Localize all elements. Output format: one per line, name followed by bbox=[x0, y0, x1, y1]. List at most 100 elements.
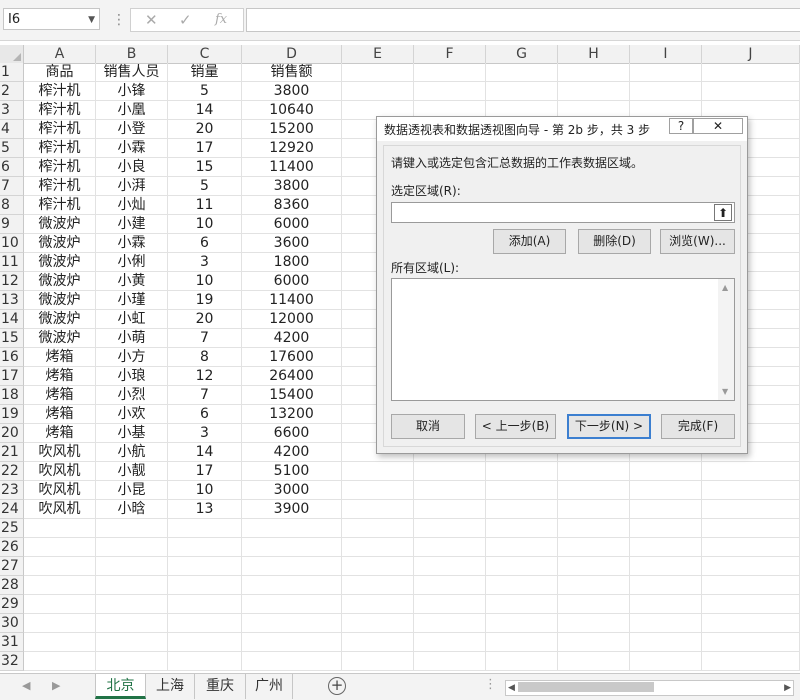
delete-button[interactable]: 删除(D) bbox=[578, 229, 651, 254]
cell-d11[interactable]: 1800 bbox=[242, 253, 342, 272]
function-icon[interactable]: fx bbox=[215, 12, 227, 27]
row-header[interactable]: 7 bbox=[0, 177, 24, 196]
cell-a3[interactable]: 榨汁机 bbox=[24, 101, 96, 120]
cell-c5[interactable]: 17 bbox=[168, 139, 242, 158]
cell-g29[interactable] bbox=[486, 595, 558, 614]
cell-f22[interactable] bbox=[414, 462, 486, 481]
cell-d31[interactable] bbox=[242, 633, 342, 652]
row-header[interactable]: 25 bbox=[0, 519, 24, 538]
row-header[interactable]: 28 bbox=[0, 576, 24, 595]
cell-c24[interactable]: 13 bbox=[168, 500, 242, 519]
cell-b6[interactable]: 小良 bbox=[96, 158, 168, 177]
cell-a28[interactable] bbox=[24, 576, 96, 595]
cell-h31[interactable] bbox=[558, 633, 630, 652]
cell-c10[interactable]: 6 bbox=[168, 234, 242, 253]
cell-d19[interactable]: 13200 bbox=[242, 405, 342, 424]
cell-c30[interactable] bbox=[168, 614, 242, 633]
cell-f31[interactable] bbox=[414, 633, 486, 652]
cell-b18[interactable]: 小烈 bbox=[96, 386, 168, 405]
cell-h29[interactable] bbox=[558, 595, 630, 614]
row-header[interactable]: 9 bbox=[0, 215, 24, 234]
close-icon[interactable]: ✕ bbox=[693, 118, 743, 134]
cell-e27[interactable] bbox=[342, 557, 414, 576]
cell-b13[interactable]: 小瑾 bbox=[96, 291, 168, 310]
cell-b24[interactable]: 小晗 bbox=[96, 500, 168, 519]
help-button[interactable]: ? bbox=[669, 118, 693, 134]
column-header-j[interactable]: J bbox=[702, 45, 800, 63]
row-header[interactable]: 18 bbox=[0, 386, 24, 405]
cell-d15[interactable]: 4200 bbox=[242, 329, 342, 348]
row-header[interactable]: 11 bbox=[0, 253, 24, 272]
cell-a6[interactable]: 榨汁机 bbox=[24, 158, 96, 177]
check-icon[interactable]: ✓ bbox=[179, 11, 192, 29]
cell-b23[interactable]: 小昆 bbox=[96, 481, 168, 500]
cell-h22[interactable] bbox=[558, 462, 630, 481]
cell-b28[interactable] bbox=[96, 576, 168, 595]
row-header[interactable]: 26 bbox=[0, 538, 24, 557]
cell-d13[interactable]: 11400 bbox=[242, 291, 342, 310]
sheet-tab[interactable]: 上海 bbox=[146, 674, 195, 699]
cell-g24[interactable] bbox=[486, 500, 558, 519]
cell-d9[interactable]: 6000 bbox=[242, 215, 342, 234]
cell-e30[interactable] bbox=[342, 614, 414, 633]
select-all-button[interactable] bbox=[0, 45, 24, 63]
cell-c27[interactable] bbox=[168, 557, 242, 576]
sheet-tab[interactable]: 北京 bbox=[95, 674, 146, 699]
cell-i24[interactable] bbox=[630, 500, 702, 519]
cell-f29[interactable] bbox=[414, 595, 486, 614]
add-sheet-button[interactable]: + bbox=[328, 677, 346, 695]
cell-c28[interactable] bbox=[168, 576, 242, 595]
cell-j2[interactable] bbox=[702, 82, 800, 101]
cell-b20[interactable]: 小基 bbox=[96, 424, 168, 443]
cell-h26[interactable] bbox=[558, 538, 630, 557]
column-header-a[interactable]: A bbox=[24, 45, 96, 63]
cell-i23[interactable] bbox=[630, 481, 702, 500]
cell-b9[interactable]: 小建 bbox=[96, 215, 168, 234]
cell-f32[interactable] bbox=[414, 652, 486, 671]
cell-i27[interactable] bbox=[630, 557, 702, 576]
cell-e26[interactable] bbox=[342, 538, 414, 557]
row-header[interactable]: 23 bbox=[0, 481, 24, 500]
column-header-h[interactable]: H bbox=[558, 45, 630, 63]
cell-b26[interactable] bbox=[96, 538, 168, 557]
cell-f1[interactable] bbox=[414, 63, 486, 82]
cell-a30[interactable] bbox=[24, 614, 96, 633]
row-header[interactable]: 13 bbox=[0, 291, 24, 310]
cancel-button[interactable]: 取消 bbox=[391, 414, 465, 439]
cell-h2[interactable] bbox=[558, 82, 630, 101]
cell-g30[interactable] bbox=[486, 614, 558, 633]
column-header-g[interactable]: G bbox=[486, 45, 558, 63]
cell-a15[interactable]: 微波炉 bbox=[24, 329, 96, 348]
cell-a11[interactable]: 微波炉 bbox=[24, 253, 96, 272]
cell-i25[interactable] bbox=[630, 519, 702, 538]
cell-h23[interactable] bbox=[558, 481, 630, 500]
cell-c4[interactable]: 20 bbox=[168, 120, 242, 139]
cell-d29[interactable] bbox=[242, 595, 342, 614]
finish-button[interactable]: 完成(F) bbox=[661, 414, 735, 439]
cell-d12[interactable]: 6000 bbox=[242, 272, 342, 291]
column-header-d[interactable]: D bbox=[242, 45, 342, 63]
cell-d7[interactable]: 3800 bbox=[242, 177, 342, 196]
cell-i22[interactable] bbox=[630, 462, 702, 481]
cell-a27[interactable] bbox=[24, 557, 96, 576]
cell-a1[interactable]: 商品 bbox=[24, 63, 96, 82]
cell-b30[interactable] bbox=[96, 614, 168, 633]
cell-c23[interactable]: 10 bbox=[168, 481, 242, 500]
cell-a23[interactable]: 吹风机 bbox=[24, 481, 96, 500]
cell-a22[interactable]: 吹风机 bbox=[24, 462, 96, 481]
row-header[interactable]: 5 bbox=[0, 139, 24, 158]
cell-d28[interactable] bbox=[242, 576, 342, 595]
cell-c13[interactable]: 19 bbox=[168, 291, 242, 310]
cell-e23[interactable] bbox=[342, 481, 414, 500]
cell-i26[interactable] bbox=[630, 538, 702, 557]
cell-h24[interactable] bbox=[558, 500, 630, 519]
cell-c7[interactable]: 5 bbox=[168, 177, 242, 196]
cell-d22[interactable]: 5100 bbox=[242, 462, 342, 481]
row-header[interactable]: 15 bbox=[0, 329, 24, 348]
cell-e28[interactable] bbox=[342, 576, 414, 595]
cell-c15[interactable]: 7 bbox=[168, 329, 242, 348]
cell-d16[interactable]: 17600 bbox=[242, 348, 342, 367]
cell-a7[interactable]: 榨汁机 bbox=[24, 177, 96, 196]
cell-a10[interactable]: 微波炉 bbox=[24, 234, 96, 253]
collapse-dialog-button[interactable]: ⬆ bbox=[714, 204, 732, 221]
